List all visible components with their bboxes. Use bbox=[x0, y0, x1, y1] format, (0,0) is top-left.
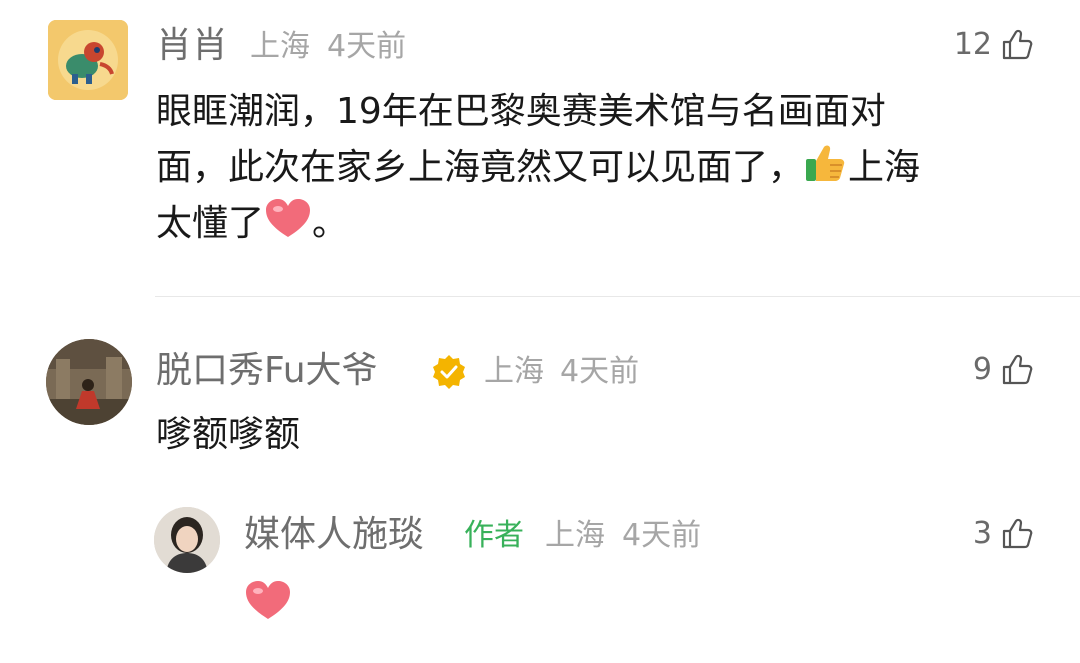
comment-location: 上海 bbox=[484, 354, 544, 389]
heart-emoji-icon bbox=[266, 199, 311, 237]
comment-text: 嗲额嗲额 bbox=[156, 414, 301, 455]
temple-avatar-icon bbox=[46, 339, 132, 425]
comment-text: 眼眶潮润，19年在巴黎奥赛美术馆与名画面对 面，此次在家乡上海竟然又可以见面了，… bbox=[156, 84, 1036, 252]
thumbs-up-icon bbox=[1002, 29, 1033, 60]
reply-item: 媒体人施琰 作者 上海 4天前 3 bbox=[0, 497, 1080, 663]
like-button[interactable]: 9 bbox=[973, 353, 1034, 387]
comment-text-segment: 太懂了 bbox=[156, 203, 265, 244]
comment-text-line: 面，此次在家乡上海竟然又可以见面了， 上海 bbox=[156, 140, 1036, 196]
comment-text-line: 太懂了 。 bbox=[156, 196, 1036, 252]
avatar[interactable] bbox=[154, 507, 220, 573]
comment-item: 脱口秀Fu大爷 上海 4天前 9 嗲额嗲额 媒体人施琰 作者 上海 4天前 3 bbox=[0, 297, 1080, 663]
comment-text-segment: 面，此次在家乡上海竟然又可以见面了， bbox=[156, 147, 805, 188]
comment-text-line: 眼眶潮润，19年在巴黎奥赛美术馆与名画面对 bbox=[156, 91, 886, 132]
lion-avatar-icon bbox=[48, 20, 128, 100]
comment-text-segment: 。 bbox=[312, 203, 349, 244]
heart-emoji-icon bbox=[246, 581, 290, 619]
avatar[interactable] bbox=[48, 20, 128, 100]
like-button[interactable]: 12 bbox=[954, 28, 1034, 62]
verified-badge-icon bbox=[433, 355, 465, 389]
reply-location: 上海 bbox=[545, 518, 605, 553]
author-tag: 作者 bbox=[464, 518, 524, 553]
thumbs-up-emoji-icon bbox=[806, 145, 845, 181]
like-count: 3 bbox=[972, 516, 992, 551]
like-count: 9 bbox=[972, 352, 992, 387]
comment-time: 4天前 bbox=[327, 29, 407, 64]
comment-author-name[interactable]: 肖肖 bbox=[156, 28, 228, 64]
comment-item: 肖肖 上海 4天前 12 眼眶潮润，19年在巴黎奥赛美术馆与名画面对 面，此次在… bbox=[0, 0, 1080, 296]
comment-location: 上海 bbox=[250, 29, 310, 64]
reply-author-name[interactable]: 媒体人施琰 bbox=[244, 517, 424, 553]
avatar[interactable] bbox=[46, 339, 132, 425]
person-avatar-icon bbox=[154, 507, 220, 573]
reply-time: 4天前 bbox=[622, 518, 702, 553]
comment-author-name[interactable]: 脱口秀Fu大爷 bbox=[156, 353, 378, 389]
thumbs-up-icon bbox=[1002, 518, 1033, 549]
comment-text-segment: 上海 bbox=[848, 147, 921, 188]
thumbs-up-icon bbox=[1002, 354, 1033, 385]
comment-time: 4天前 bbox=[560, 354, 640, 389]
like-button[interactable]: 3 bbox=[973, 517, 1034, 551]
like-count: 12 bbox=[953, 27, 992, 62]
